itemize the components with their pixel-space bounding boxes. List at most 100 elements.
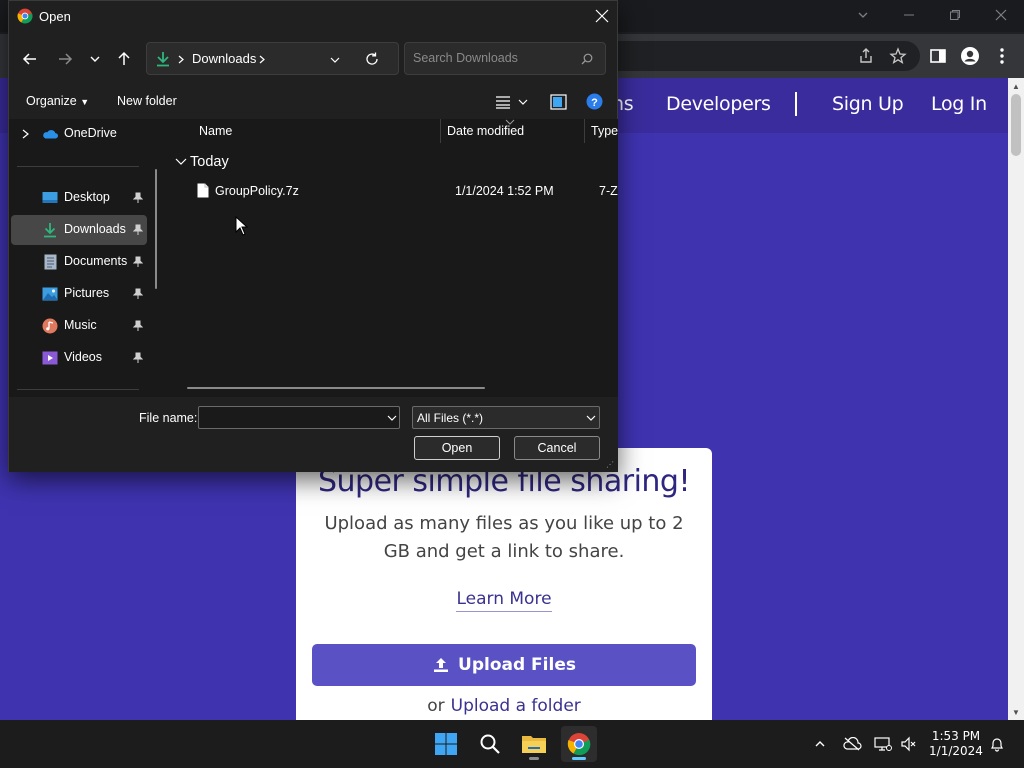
nav-separator <box>795 92 797 116</box>
minimize-button[interactable] <box>886 0 932 30</box>
share-icon <box>860 48 872 63</box>
profile-button[interactable] <box>958 44 982 68</box>
learn-more-link[interactable]: Learn More <box>456 589 552 612</box>
nav-link-sign-up[interactable]: Sign Up <box>832 93 904 115</box>
documents-icon <box>42 254 58 270</box>
back-button[interactable] <box>18 47 42 71</box>
nav-label-downloads: Downloads <box>64 222 126 236</box>
taskbar-chrome[interactable] <box>561 726 597 762</box>
help-button[interactable]: ? <box>586 93 603 115</box>
column-header-name[interactable]: Name <box>199 124 232 138</box>
learn-more-container: Learn More <box>296 589 712 612</box>
file-explorer-icon <box>522 736 546 753</box>
organize-menu[interactable]: Organize ▼ <box>26 94 89 108</box>
file-type-filter-select[interactable]: All Files (*.*) <box>412 406 600 429</box>
network-tray-button[interactable] <box>873 734 893 754</box>
avatar-icon <box>961 47 979 65</box>
file-row[interactable]: GroupPolicy.7z 1/1/2024 1:52 PM 7-Zip <box>187 179 618 201</box>
column-separator[interactable] <box>440 119 441 143</box>
file-type-cell: 7-Zip <box>599 184 618 198</box>
nav-link-log-in[interactable]: Log In <box>931 93 987 115</box>
help-icon: ? <box>586 93 603 110</box>
file-type-filter-value: All Files (*.*) <box>417 411 484 425</box>
upload-icon <box>434 658 449 672</box>
taskbar-clock[interactable]: 1:53 PM 1/1/2024 <box>924 729 988 759</box>
nav-divider <box>17 389 139 390</box>
file-list-horizontal-scrollbar[interactable] <box>187 387 485 389</box>
show-hidden-icons-button[interactable] <box>810 734 830 754</box>
restore-button[interactable] <box>932 0 978 30</box>
chevron-down-icon[interactable] <box>387 414 397 422</box>
nav-item-desktop[interactable]: Desktop <box>11 183 147 213</box>
search-placeholder: Search Downloads <box>413 51 518 65</box>
breadcrumb-downloads[interactable]: Downloads <box>192 51 256 66</box>
tab-search-button[interactable] <box>840 0 886 30</box>
volume-muted-icon <box>901 736 916 752</box>
nav-item-pictures[interactable]: Pictures <box>11 279 147 309</box>
nav-divider <box>17 166 139 167</box>
browser-menu-button[interactable] <box>990 44 1014 68</box>
open-button[interactable]: Open <box>414 436 500 460</box>
chevron-down-icon <box>330 57 340 63</box>
recent-locations-button[interactable] <box>83 47 107 71</box>
group-header-today[interactable]: Today <box>190 154 229 170</box>
nav-link-developers[interactable]: Developers <box>666 93 771 115</box>
volume-tray-button[interactable] <box>899 734 919 754</box>
side-panel-button[interactable] <box>926 44 950 68</box>
dialog-address-bar[interactable]: Downloads <box>146 42 399 75</box>
group-collapse-chevron-icon[interactable] <box>175 157 187 167</box>
bookmark-star-button[interactable] <box>886 44 910 68</box>
scroll-up-arrow-icon[interactable]: ▲ <box>1008 78 1024 94</box>
taskbar-file-explorer[interactable] <box>516 726 552 762</box>
up-button[interactable] <box>112 47 136 71</box>
nav-pane-scrollbar[interactable] <box>155 169 157 289</box>
column-header-date-modified[interactable]: Date modified <box>447 124 524 138</box>
dialog-close-button[interactable] <box>591 5 613 27</box>
nav-item-downloads[interactable]: Downloads <box>11 215 147 245</box>
search-icon <box>480 734 500 754</box>
close-window-button[interactable] <box>978 0 1024 30</box>
notifications-button[interactable] <box>987 734 1007 754</box>
page-scrollbar[interactable]: ▲ ▼ <box>1008 78 1024 720</box>
cancel-button[interactable]: Cancel <box>514 436 600 460</box>
mouse-cursor-icon <box>235 216 249 236</box>
preview-pane-button[interactable] <box>550 94 567 115</box>
start-button[interactable] <box>428 726 464 762</box>
nav-label-videos: Videos <box>64 350 102 364</box>
share-button[interactable] <box>854 44 878 68</box>
view-options-button[interactable] <box>495 94 531 115</box>
nav-item-music[interactable]: Music <box>11 311 147 341</box>
refresh-icon <box>366 52 378 65</box>
file-name-input[interactable] <box>198 406 400 429</box>
running-indicator <box>529 757 539 760</box>
pin-icon <box>131 351 145 365</box>
scrollbar-thumb[interactable] <box>1011 94 1021 156</box>
nav-item-videos[interactable]: Videos <box>11 343 147 373</box>
taskbar-search-button[interactable] <box>472 726 508 762</box>
nav-item-onedrive[interactable]: OneDrive <box>11 119 147 149</box>
file-name-cell: GroupPolicy.7z <box>215 184 299 198</box>
pin-icon <box>131 191 145 205</box>
column-header-type[interactable]: Type <box>591 124 618 138</box>
scroll-down-arrow-icon[interactable]: ▼ <box>1008 704 1024 720</box>
star-icon <box>889 47 907 65</box>
chevron-down-icon <box>586 415 596 421</box>
chrome-icon <box>17 8 33 24</box>
new-folder-button[interactable]: New folder <box>117 94 177 108</box>
nav-label-desktop: Desktop <box>64 190 110 204</box>
taskbar: 1:53 PM 1/1/2024 <box>0 720 1024 768</box>
upload-files-button[interactable]: Upload Files <box>312 644 696 686</box>
arrow-up-icon <box>118 51 130 65</box>
nav-label-music: Music <box>64 318 97 332</box>
forward-button[interactable] <box>53 47 77 71</box>
column-separator[interactable] <box>584 119 585 143</box>
file-name-label: File name: <box>139 411 198 425</box>
open-file-dialog: Open Downloads Search Downloads Organize… <box>8 0 618 472</box>
cloud-offline-icon <box>843 737 862 751</box>
onedrive-tray-button[interactable] <box>842 734 862 754</box>
nav-item-documents[interactable]: Documents <box>11 247 147 277</box>
start-icon <box>435 733 457 755</box>
resize-grip-icon[interactable]: ⋰ <box>606 460 614 469</box>
upload-folder-link[interactable]: Upload a folder <box>451 696 581 716</box>
dialog-search-box[interactable]: Search Downloads <box>404 42 606 75</box>
